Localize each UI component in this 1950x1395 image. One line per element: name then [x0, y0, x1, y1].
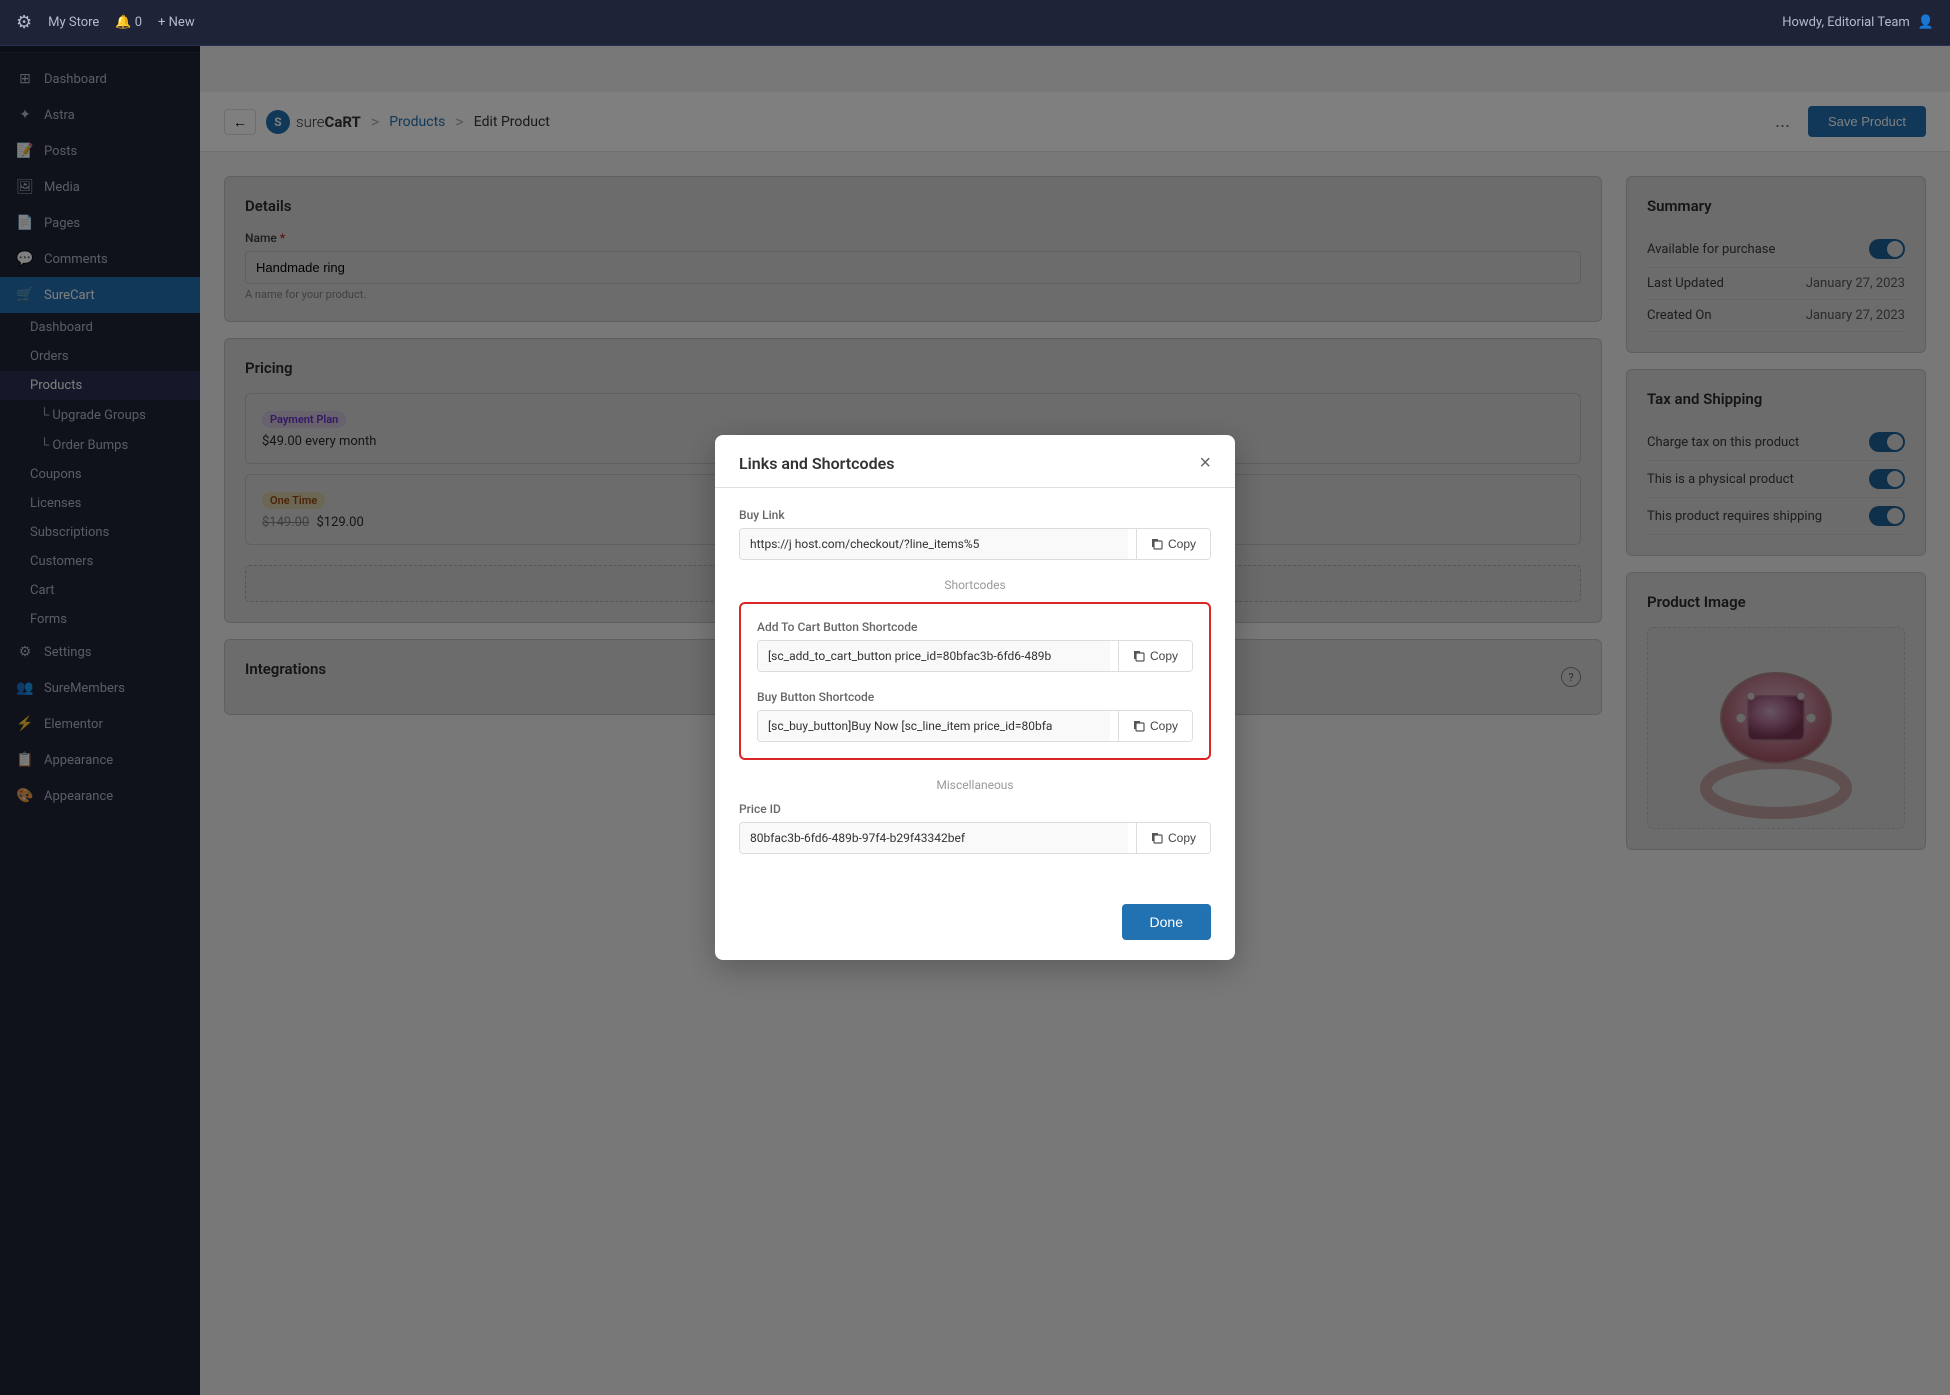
buy-link-group: Buy Link https://j host.com/checkout/?li… — [739, 508, 1211, 560]
done-button[interactable]: Done — [1122, 904, 1211, 940]
buy-link-label: Buy Link — [739, 508, 1211, 522]
copy-icon — [1133, 650, 1145, 662]
modal-overlay[interactable]: Links and Shortcodes × Buy Link https://… — [0, 0, 1950, 1395]
add-to-cart-label: Add To Cart Button Shortcode — [757, 620, 1193, 634]
price-id-label: Price ID — [739, 802, 1211, 816]
misc-divider-label: Miscellaneous — [739, 778, 1211, 792]
add-to-cart-copy-button[interactable]: Copy — [1118, 641, 1192, 671]
price-id-copy-button[interactable]: Copy — [1136, 823, 1210, 853]
buy-button-row: [sc_buy_button]Buy Now [sc_line_item pri… — [757, 710, 1193, 742]
buy-button-value: [sc_buy_button]Buy Now [sc_line_item pri… — [758, 711, 1110, 741]
buy-link-value: https://j host.com/checkout/?line_items%… — [740, 529, 1128, 559]
misc-section: Miscellaneous Price ID 80bfac3b-6fd6-489… — [739, 778, 1211, 854]
shortcodes-box: Add To Cart Button Shortcode [sc_add_to_… — [739, 602, 1211, 760]
buy-link-copy-button[interactable]: Copy — [1136, 529, 1210, 559]
copy-icon — [1151, 538, 1163, 550]
price-id-value: 80bfac3b-6fd6-489b-97f4-b29f43342bef — [740, 823, 1128, 853]
price-id-row: 80bfac3b-6fd6-489b-97f4-b29f43342bef Cop… — [739, 822, 1211, 854]
links-shortcodes-modal: Links and Shortcodes × Buy Link https://… — [715, 435, 1235, 960]
buy-button-group: Buy Button Shortcode [sc_buy_button]Buy … — [757, 690, 1193, 742]
buy-button-copy-button[interactable]: Copy — [1118, 711, 1192, 741]
add-to-cart-row: [sc_add_to_cart_button price_id=80bfac3b… — [757, 640, 1193, 672]
copy-icon — [1133, 720, 1145, 732]
shortcodes-divider-label: Shortcodes — [739, 578, 1211, 592]
modal-footer: Done — [715, 892, 1235, 960]
add-to-cart-group: Add To Cart Button Shortcode [sc_add_to_… — [757, 620, 1193, 672]
modal-body: Buy Link https://j host.com/checkout/?li… — [715, 488, 1235, 892]
modal-close-button[interactable]: × — [1199, 453, 1211, 473]
copy-icon — [1151, 832, 1163, 844]
buy-link-row: https://j host.com/checkout/?line_items%… — [739, 528, 1211, 560]
buy-button-label: Buy Button Shortcode — [757, 690, 1193, 704]
add-to-cart-value: [sc_add_to_cart_button price_id=80bfac3b… — [758, 641, 1110, 671]
modal-title: Links and Shortcodes — [739, 454, 894, 473]
modal-header: Links and Shortcodes × — [715, 435, 1235, 488]
price-id-group: Price ID 80bfac3b-6fd6-489b-97f4-b29f433… — [739, 802, 1211, 854]
